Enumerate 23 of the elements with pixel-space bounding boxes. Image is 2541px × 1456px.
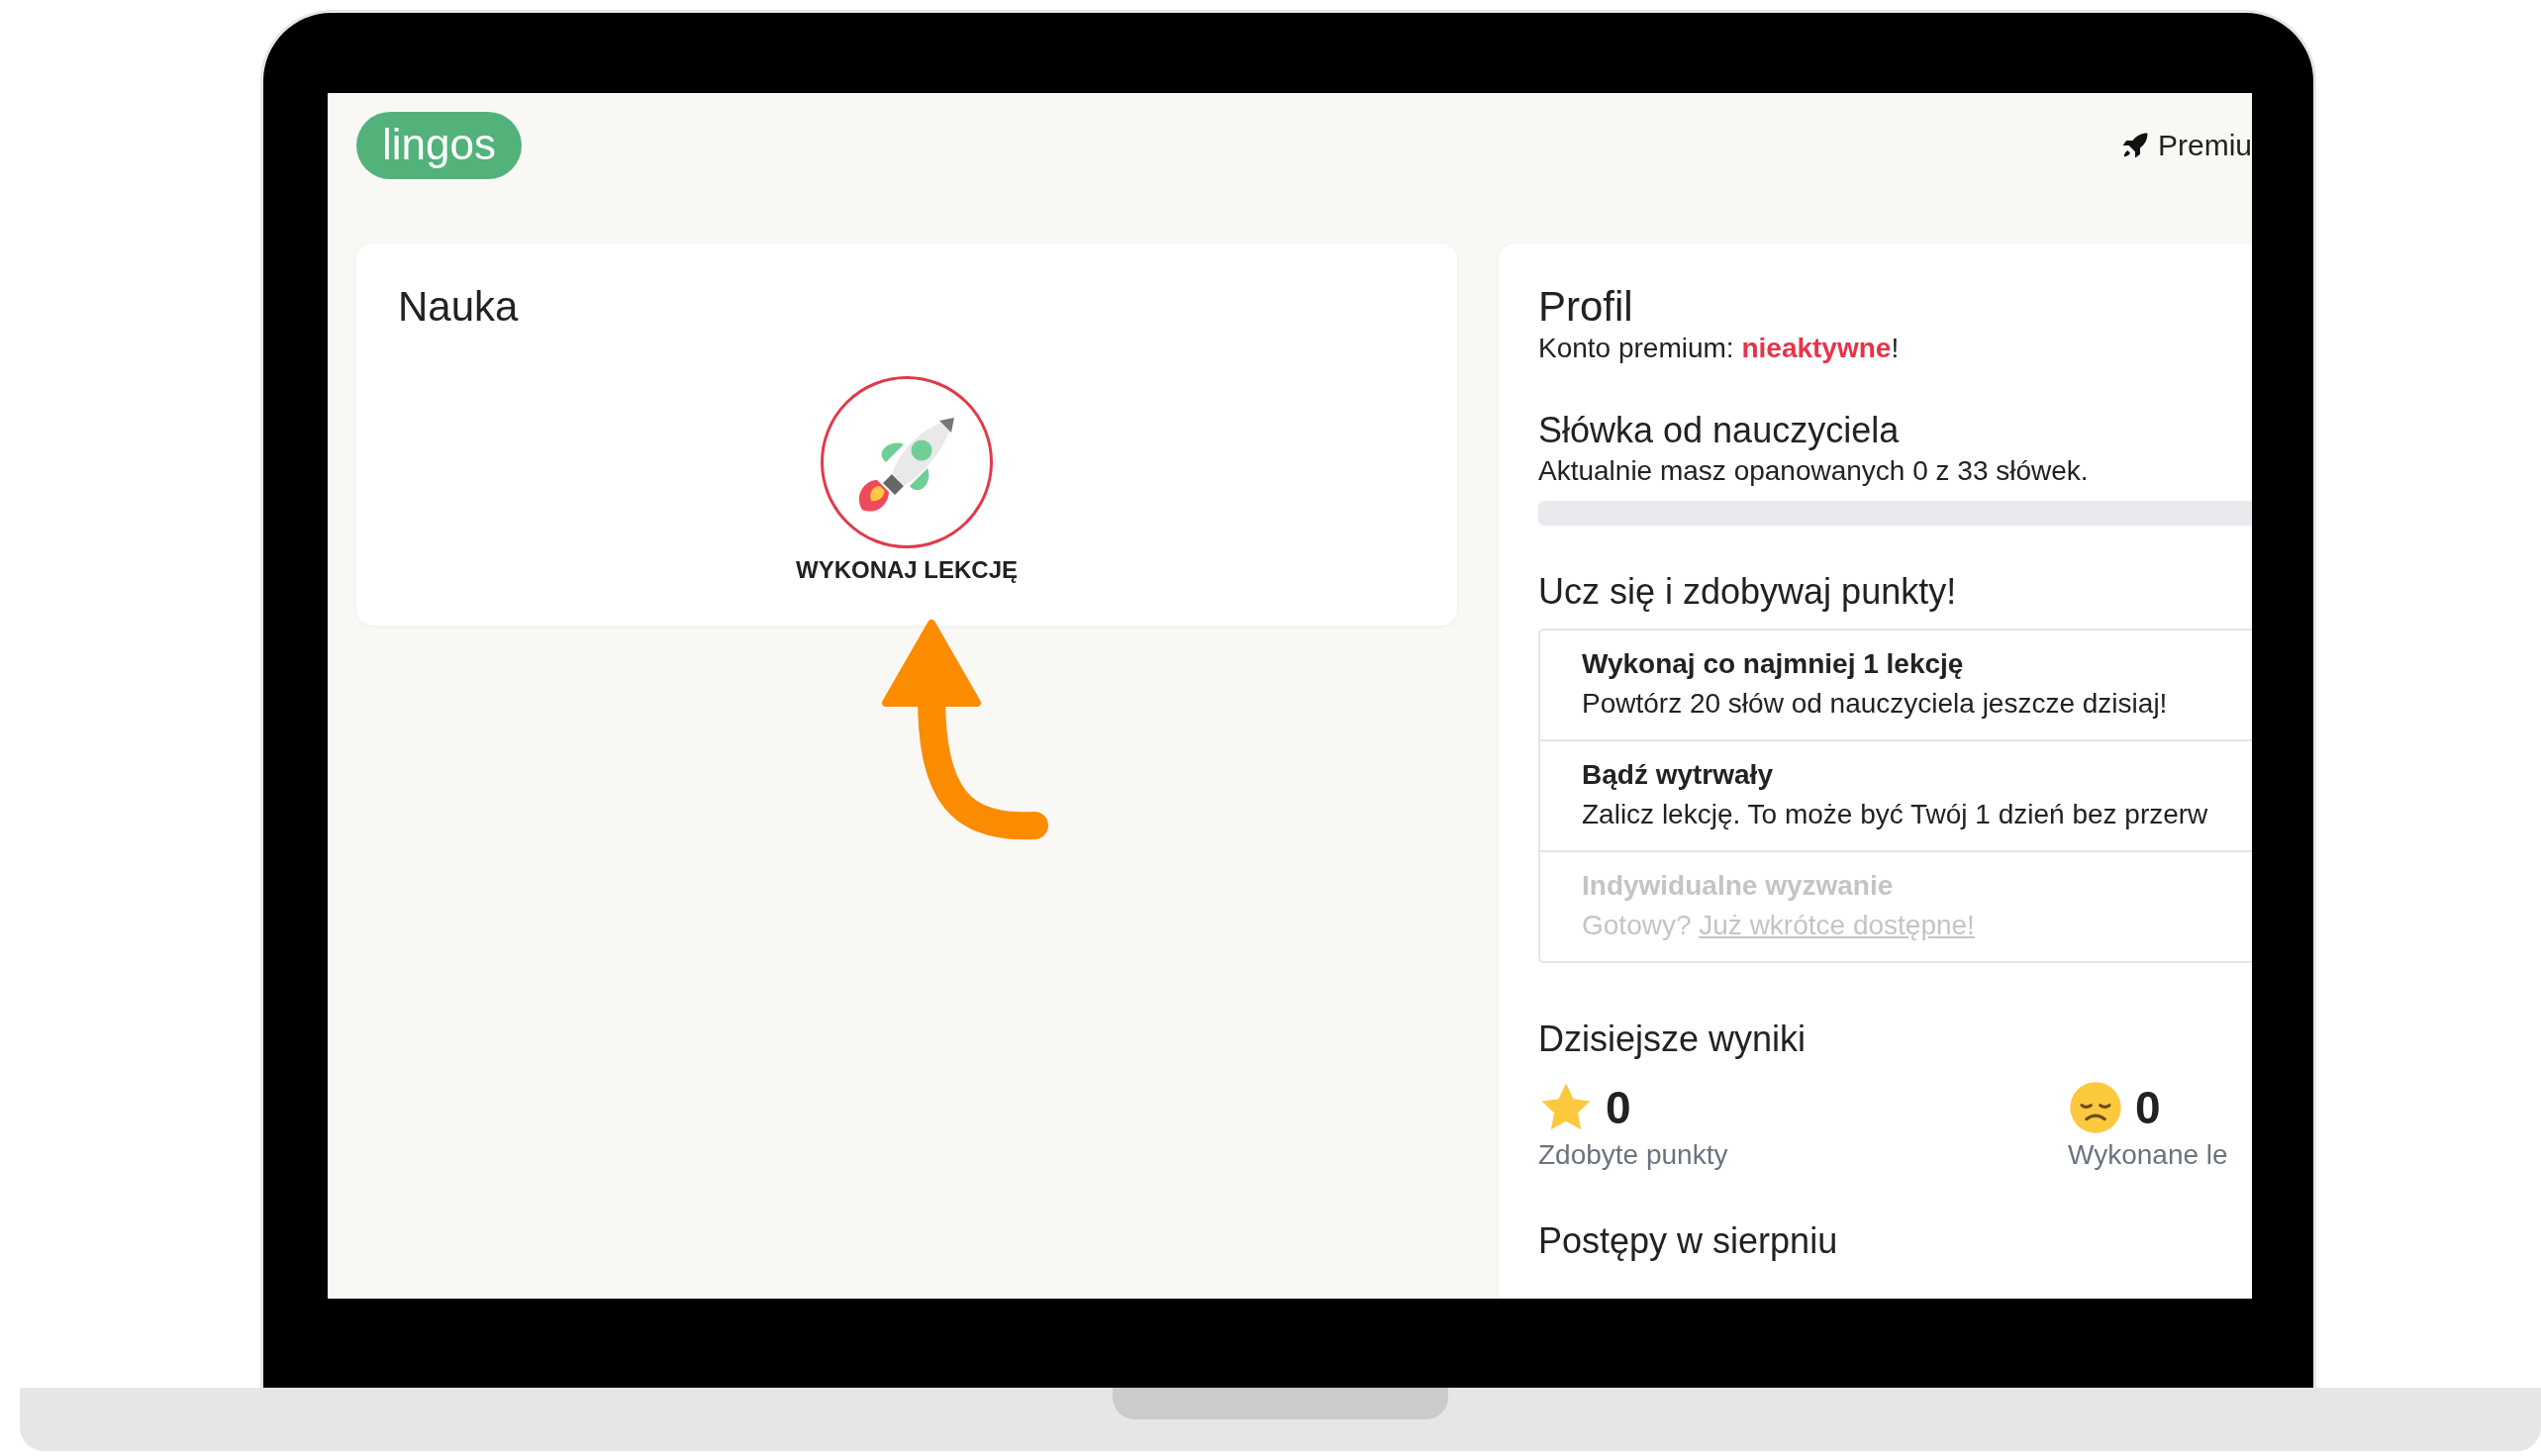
stat-label: Zdobyte punkty bbox=[1538, 1139, 1729, 1171]
section-title: Ucz się i zdobywaj punkty! bbox=[1538, 571, 1958, 613]
card-title: Nauka bbox=[398, 283, 520, 331]
words-progress-text: Aktualnie masz opanowanych 0 z 33 słówek. bbox=[1538, 455, 2090, 487]
challenge-text: Powtórz 20 słów od nauczyciela jeszcze dzisiaj! bbox=[1582, 688, 2168, 719]
challenge-text: Gotowy? bbox=[1582, 910, 1692, 940]
lesson-button[interactable] bbox=[821, 376, 993, 548]
challenge-title: Indywidualne wyzwanie bbox=[1582, 870, 1895, 902]
challenge-text: Zalicz lekcję. To może być Twój 1 dzień bez przerw bbox=[1582, 799, 2208, 829]
card-title: Profil bbox=[1538, 283, 1634, 331]
logo[interactable]: lingos bbox=[356, 112, 522, 179]
section-title: Dzisiejsze wyniki bbox=[1538, 1019, 1808, 1060]
challenge-title: Bądź wytrwały bbox=[1582, 759, 1774, 791]
challenge-title: Wykonaj co najmniej 1 lekcję bbox=[1582, 648, 1965, 680]
premium-status: Konto premium: nieaktywne! bbox=[1538, 333, 1901, 364]
stat-label: Wykonane le bbox=[2068, 1139, 2229, 1171]
section-title: Słówka od nauczyciela bbox=[1538, 410, 1901, 451]
stat-value: 0 bbox=[2135, 1081, 2161, 1134]
stat-value: 0 bbox=[1606, 1081, 1631, 1134]
lesson-label: WYKONAJ LEKCJĘ bbox=[796, 556, 1018, 584]
premium-link[interactable]: Premiu bbox=[2119, 129, 2252, 162]
sad-face-icon bbox=[2068, 1080, 2123, 1135]
section-title: Postępy w sierpniu bbox=[1538, 1220, 1839, 1262]
